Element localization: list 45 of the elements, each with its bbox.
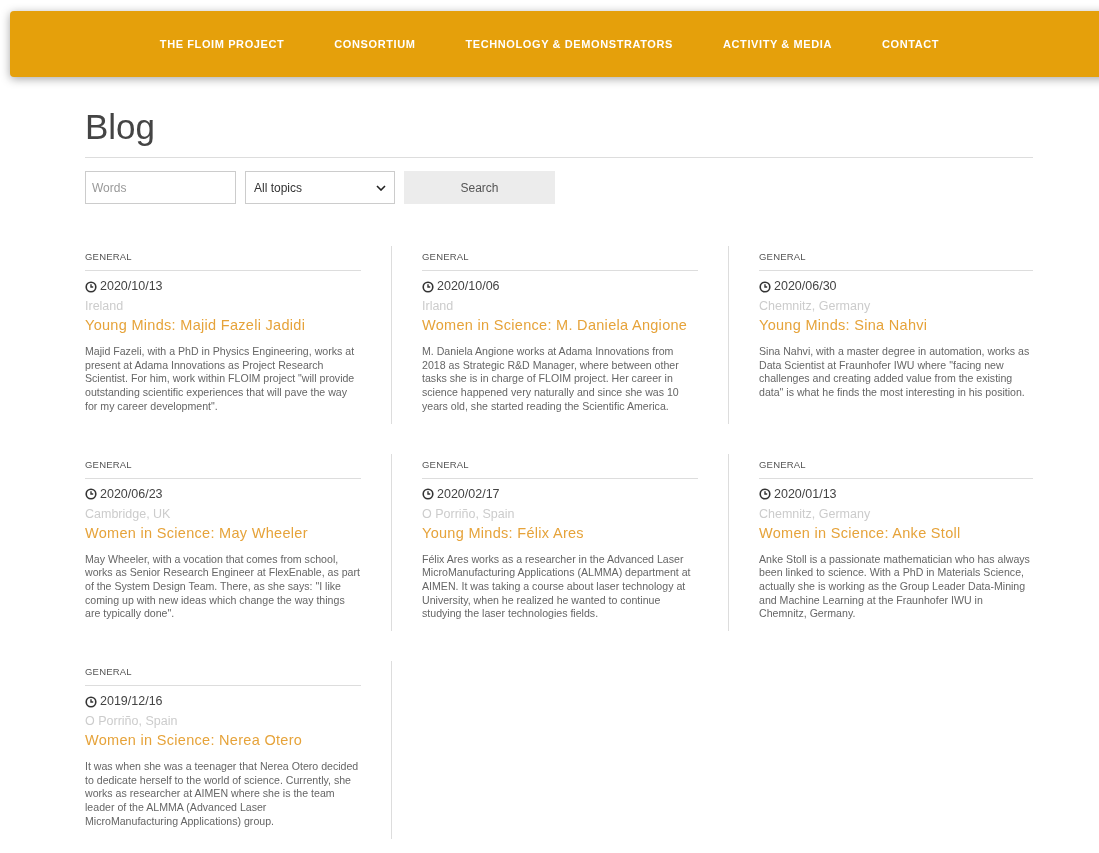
post-excerpt: Majid Fazeli, with a PhD in Physics Engineering, works at present at Adama Innovations as Project Research Scientist. For him, work within FLOIM project "will provide outstanding scientific experiences that will pave the way for my career development". [85, 345, 356, 414]
clock-icon [85, 280, 97, 293]
post-title-link[interactable]: Women in Science: Nerea Otero [85, 731, 361, 750]
post-date: 2020/10/13 [100, 279, 163, 294]
category-label: GENERAL [422, 453, 698, 479]
post-date: 2020/01/13 [774, 486, 837, 502]
category-label: GENERAL [85, 453, 361, 479]
nav-link[interactable]: THE FLOIM PROJECT [159, 38, 285, 50]
post-date: 2020/10/06 [437, 279, 500, 294]
post-title-link[interactable]: Young Minds: Félix Ares [422, 523, 698, 542]
post-title-link[interactable]: Young Minds: Sina Nahvi [759, 316, 1033, 334]
category-label: GENERAL [759, 453, 1033, 479]
post-title-link[interactable]: Young Minds: Majid Fazeli Jadidi [85, 316, 361, 334]
nav-link[interactable]: ACTIVITY & MEDIA [723, 38, 832, 50]
post-excerpt: M. Daniela Angione works at Adama Innovations from 2018 as Strategic R&D Manager, where between other tasks she is in charge of FLOIM project. Her career in science happened very naturally and since she was 10 years old, she started reading the Scientific America. [422, 345, 680, 414]
category-label: GENERAL [85, 661, 361, 687]
clock-icon [422, 488, 434, 500]
caret-icon [376, 184, 386, 191]
post-excerpt: It was when she was a teenager that Nerea Otero decided to dedicate herself to the world of science. Currently, she works as researcher at AIMEN where she is the team leader of the ALMMA (Advanced Laser MicroManufacturing Applications) group. [85, 760, 360, 829]
post-excerpt: May Wheeler, with a vocation that comes from school, works as Senior Research Engineer at FlexEnable, as part of the System Design Team. There, as she says: "I like coming up with new ideas which change the way things are typically done". [85, 552, 361, 622]
category-label: GENERAL [422, 246, 698, 271]
post-title-link[interactable]: Women in Science: May Wheeler [85, 523, 361, 542]
topic-dropdown[interactable]: All topics [245, 171, 395, 204]
post-excerpt: Félix Ares works as a researcher in the Advanced Laser MicroManufacturing Applications (ALMMA) department at AIMEN. It was taking a course about laser technology at University, when he realized he wanted to continue studying the laser technologies fields. [422, 552, 692, 622]
post-date: 2020/02/17 [437, 486, 500, 502]
clock-icon [422, 280, 434, 293]
category-label: GENERAL [85, 246, 361, 271]
nav-link[interactable]: CONSORTIUM [334, 38, 416, 50]
clock-icon [85, 488, 97, 500]
post-date: 2019/12/16 [100, 694, 163, 710]
post-title-link[interactable]: Women in Science: Anke Stoll [759, 523, 1033, 542]
words-field[interactable]: Words [85, 171, 236, 204]
post-date: 2020/06/30 [774, 279, 837, 294]
nav-link[interactable]: TECHNOLOGY & DEMONSTRATORS [465, 38, 673, 50]
clock-icon [85, 695, 97, 708]
post-excerpt: Anke Stoll is a passionate mathematician who has always been linked to science. With a PhD in Materials Science, actually she is working as the Group Leader Data-Mining and Machine Learning at the Fraunhofer IWU in Chemnitz, Germany. [759, 552, 1031, 622]
clock-icon [759, 488, 771, 500]
nav-link[interactable]: CONTACT [882, 38, 940, 50]
post-date: 2020/06/23 [100, 486, 163, 502]
search-button[interactable]: Search [404, 171, 555, 204]
post-title-link[interactable]: Women in Science: M. Daniela Angione [422, 316, 698, 334]
category-label: GENERAL [759, 246, 1033, 271]
page-title: Blog [85, 107, 1033, 158]
post-excerpt: Sina Nahvi, with a master degree in automation, works as Data Scientist at Fraunhofer IWU where "facing new challenges and creating added value from the existing data" is what he finds the most interesting in his position. [759, 345, 1031, 400]
clock-icon [759, 280, 771, 293]
